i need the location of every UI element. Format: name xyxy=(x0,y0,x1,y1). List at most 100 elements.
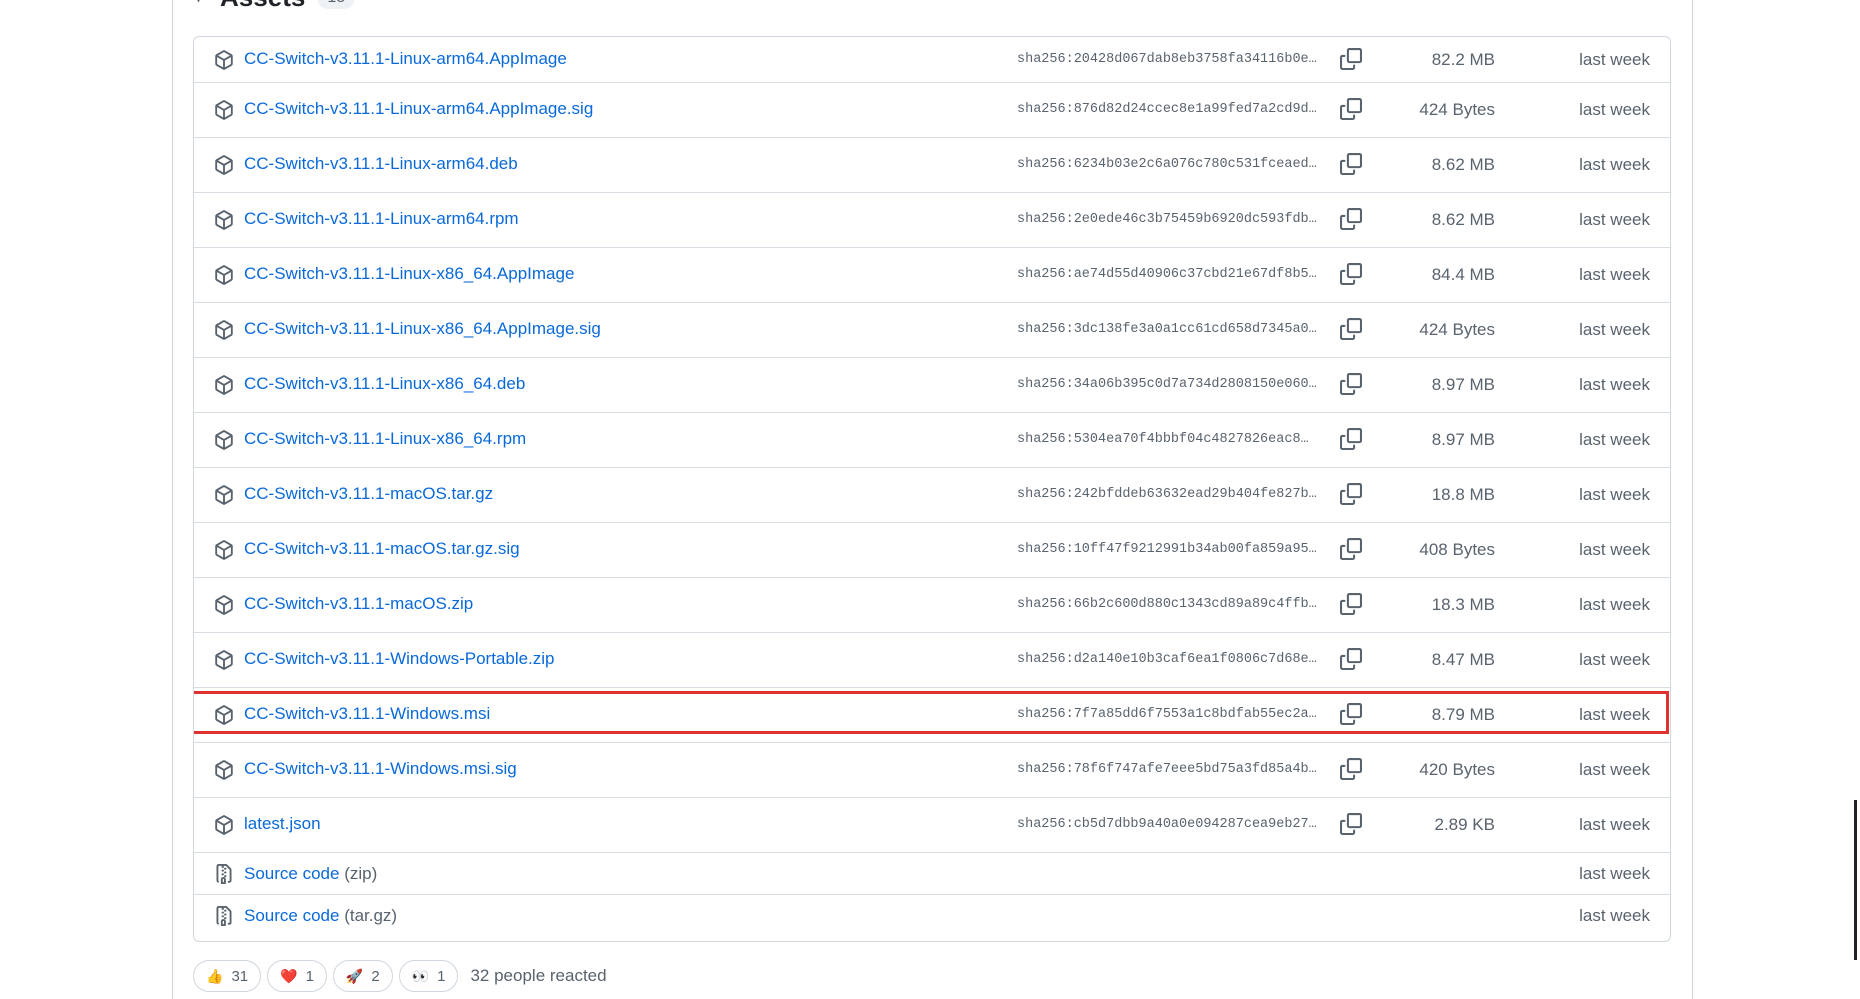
file-zip-icon xyxy=(216,864,232,884)
asset-size: 82.2 MB xyxy=(1431,50,1495,69)
asset-size: 424 Bytes xyxy=(1419,100,1495,119)
asset-row: latest.json sha256:cb5d7dbb9a40a0e094287… xyxy=(194,798,1670,853)
copy-icon[interactable] xyxy=(1340,593,1362,615)
asset-link[interactable]: latest.json xyxy=(244,814,321,834)
asset-sha: sha256:cb5d7dbb9a40a0e094287cea9eb27… xyxy=(1017,817,1317,832)
package-icon xyxy=(215,705,233,725)
asset-sha: sha256:6234b03e2c6a076c780c531fceaed… xyxy=(1017,157,1317,172)
package-icon xyxy=(215,210,233,230)
copy-icon[interactable] xyxy=(1340,98,1362,120)
asset-date: last week xyxy=(1579,320,1650,339)
asset-row: CC-Switch-v3.11.1-Linux-x86_64.AppImage … xyxy=(194,248,1670,303)
reaction-thumbs-up[interactable]: 👍 31 xyxy=(193,960,262,992)
asset-sha: sha256:876d82d24ccec8e1a99fed7a2cd9d… xyxy=(1017,102,1317,117)
asset-link[interactable]: CC-Switch-v3.11.1-Windows.msi xyxy=(244,704,490,724)
copy-icon[interactable] xyxy=(1340,483,1362,505)
asset-size: 8.79 MB xyxy=(1431,705,1495,724)
source-row: Source code (zip) last week xyxy=(194,853,1670,895)
asset-date: last week xyxy=(1579,210,1650,229)
copy-icon[interactable] xyxy=(1340,208,1362,230)
asset-row: CC-Switch-v3.11.1-Windows.msi.sig sha256… xyxy=(194,743,1670,798)
reacted-summary: 32 people reacted xyxy=(470,966,607,985)
reaction-rocket[interactable]: 🚀 2 xyxy=(332,960,393,992)
asset-sha: sha256:10ff47f9212991b34ab00fa859a95… xyxy=(1017,542,1317,557)
asset-link[interactable]: CC-Switch-v3.11.1-macOS.zip xyxy=(244,594,473,614)
asset-size: 84.4 MB xyxy=(1431,265,1495,284)
copy-icon[interactable] xyxy=(1340,703,1362,725)
assets-count-badge: 18 xyxy=(317,0,356,9)
asset-size: 8.97 MB xyxy=(1431,375,1495,394)
asset-size: 420 Bytes xyxy=(1419,760,1495,779)
reaction-count: 1 xyxy=(305,967,314,985)
copy-icon[interactable] xyxy=(1340,48,1362,70)
asset-size: 8.62 MB xyxy=(1431,210,1495,229)
asset-date: last week xyxy=(1579,650,1650,669)
asset-link[interactable]: CC-Switch-v3.11.1-macOS.tar.gz xyxy=(244,484,493,504)
asset-link[interactable]: CC-Switch-v3.11.1-Linux-arm64.deb xyxy=(244,154,518,174)
source-code-zip-link[interactable]: Source code (zip) xyxy=(244,864,377,884)
scrollbar-thumb[interactable] xyxy=(1854,800,1857,960)
assets-header[interactable]: ▾ Assets 18 xyxy=(195,0,356,13)
asset-sha: sha256:d2a140e10b3caf6ea1f0806c7d68e… xyxy=(1017,652,1317,667)
asset-row: CC-Switch-v3.11.1-macOS.tar.gz.sig sha25… xyxy=(194,523,1670,578)
reaction-eyes[interactable]: 👀 1 xyxy=(398,960,459,992)
asset-date: last week xyxy=(1579,265,1650,284)
reactions-bar: 👍 31 ❤️ 1 🚀 2 👀 1 32 people reacted xyxy=(193,960,607,992)
package-icon xyxy=(215,485,233,505)
asset-link[interactable]: CC-Switch-v3.11.1-Linux-arm64.rpm xyxy=(244,209,519,229)
asset-row-highlighted: CC-Switch-v3.11.1-Windows.msi sha256:7f7… xyxy=(194,688,1670,743)
copy-icon[interactable] xyxy=(1340,758,1362,780)
asset-link[interactable]: CC-Switch-v3.11.1-Linux-x86_64.AppImage xyxy=(244,264,574,284)
triangle-down-icon: ▾ xyxy=(195,0,202,6)
file-zip-icon xyxy=(216,906,232,926)
asset-link[interactable]: CC-Switch-v3.11.1-Linux-arm64.AppImage xyxy=(244,49,567,69)
asset-date: last week xyxy=(1579,485,1650,504)
asset-link[interactable]: CC-Switch-v3.11.1-Linux-arm64.AppImage.s… xyxy=(244,99,593,119)
asset-row: CC-Switch-v3.11.1-Linux-arm64.AppImage.s… xyxy=(194,83,1670,138)
copy-icon[interactable] xyxy=(1340,538,1362,560)
asset-size: 18.3 MB xyxy=(1431,595,1495,614)
package-icon xyxy=(215,50,233,70)
asset-sha: sha256:7f7a85dd6f7553a1c8bdfab55ec2a… xyxy=(1017,707,1317,722)
asset-link[interactable]: CC-Switch-v3.11.1-macOS.tar.gz.sig xyxy=(244,539,520,559)
asset-link[interactable]: CC-Switch-v3.11.1-Linux-x86_64.AppImage.… xyxy=(244,319,601,339)
asset-sha: sha256:242bfddeb63632ead29b404fe827b… xyxy=(1017,487,1317,502)
asset-link[interactable]: CC-Switch-v3.11.1-Linux-x86_64.deb xyxy=(244,374,525,394)
asset-size: 18.8 MB xyxy=(1431,485,1495,504)
asset-sha: sha256:34a06b395c0d7a734d2808150e060… xyxy=(1017,377,1317,392)
asset-link[interactable]: CC-Switch-v3.11.1-Windows.msi.sig xyxy=(244,759,517,779)
copy-icon[interactable] xyxy=(1340,813,1362,835)
thumbs-up-icon: 👍 xyxy=(206,967,224,984)
source-code-format: (zip) xyxy=(344,864,378,883)
copy-icon[interactable] xyxy=(1340,153,1362,175)
asset-date: last week xyxy=(1579,50,1650,69)
asset-row: CC-Switch-v3.11.1-Linux-x86_64.deb sha25… xyxy=(194,358,1670,413)
asset-row: CC-Switch-v3.11.1-Linux-x86_64.rpm sha25… xyxy=(194,413,1670,468)
copy-icon[interactable] xyxy=(1340,428,1362,450)
package-icon xyxy=(215,320,233,340)
asset-date: last week xyxy=(1579,430,1650,449)
asset-sha: sha256:66b2c600d880c1343cd89a89c4ffb… xyxy=(1017,597,1317,612)
asset-row: CC-Switch-v3.11.1-macOS.tar.gz sha256:24… xyxy=(194,468,1670,523)
source-code-targz-link[interactable]: Source code (tar.gz) xyxy=(244,906,397,926)
copy-icon[interactable] xyxy=(1340,648,1362,670)
asset-link[interactable]: CC-Switch-v3.11.1-Windows-Portable.zip xyxy=(244,649,555,669)
reaction-count: 1 xyxy=(437,967,446,985)
copy-icon[interactable] xyxy=(1340,318,1362,340)
asset-sha: sha256:78f6f747afe7eee5bd75a3fd85a4b… xyxy=(1017,762,1317,777)
asset-row: CC-Switch-v3.11.1-macOS.zip sha256:66b2c… xyxy=(194,578,1670,633)
source-row: Source code (tar.gz) last week xyxy=(194,895,1670,941)
asset-date: last week xyxy=(1579,100,1650,119)
asset-date: last week xyxy=(1579,595,1650,614)
source-date: last week xyxy=(1579,906,1650,925)
package-icon xyxy=(215,595,233,615)
eyes-icon: 👀 xyxy=(411,967,430,984)
asset-size: 8.47 MB xyxy=(1431,650,1495,669)
page: ▾ Assets 18 CC-Switch-v3.11.1-Linux-arm6… xyxy=(0,0,1860,999)
reaction-heart[interactable]: ❤️ 1 xyxy=(267,960,327,992)
copy-icon[interactable] xyxy=(1340,373,1362,395)
copy-icon[interactable] xyxy=(1340,263,1362,285)
asset-row: CC-Switch-v3.11.1-Linux-arm64.AppImage s… xyxy=(194,37,1670,83)
asset-link[interactable]: CC-Switch-v3.11.1-Linux-x86_64.rpm xyxy=(244,429,526,449)
asset-date: last week xyxy=(1579,155,1650,174)
